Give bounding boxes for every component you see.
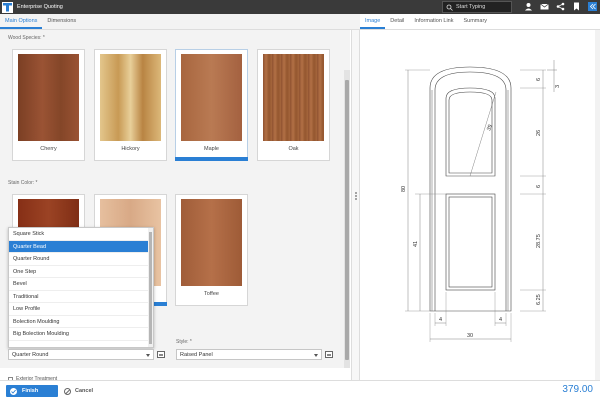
wood-card-oak[interactable]: Oak (257, 49, 330, 161)
image-icon[interactable] (325, 351, 333, 358)
tab-image[interactable]: Image (360, 14, 386, 29)
wood-card-maple[interactable]: Maple (175, 49, 248, 161)
dim-overall-width: 30 (467, 333, 473, 339)
wood-species-label: Wood Species: * (8, 35, 45, 41)
drag-handle-icon[interactable] (355, 192, 357, 201)
right-tab-bar: Image Detail Information Link Summary (360, 14, 600, 30)
scrollbar-thumb[interactable] (345, 80, 349, 360)
dim-upper-radius: 39 (486, 124, 494, 132)
check-icon (10, 387, 17, 395)
chevron-down-icon (314, 354, 318, 357)
dim-upper-panel: 26 (536, 130, 542, 136)
style-select-value: Raised Panel (180, 352, 213, 358)
tab-dimensions[interactable]: Dimensions (42, 14, 81, 29)
cancel-label: Cancel (75, 388, 94, 394)
dim-top-offset: 6 (536, 78, 542, 81)
collapse-icon[interactable] (588, 2, 597, 11)
wood-swatch (181, 54, 242, 141)
style-label: Style: * (176, 339, 192, 345)
user-icon[interactable] (524, 2, 533, 11)
search-box[interactable]: Start Typing (442, 1, 512, 13)
scrollbar-thumb[interactable] (149, 232, 152, 344)
wood-card-label: Cherry (40, 146, 57, 152)
dropdown-scrollbar[interactable] (148, 228, 153, 347)
total-price: 379.00 (562, 384, 593, 395)
wood-card-label: Hickory (121, 146, 140, 152)
wood-card-label: Oak (288, 146, 299, 152)
mail-icon[interactable] (540, 2, 549, 11)
bookmark-icon[interactable] (572, 2, 581, 11)
cancel-icon (64, 387, 71, 395)
left-scrollbar[interactable] (344, 70, 350, 368)
dim-stile-left: 4 (439, 317, 442, 323)
dropdown-option[interactable]: Big Bolection Moulding (9, 328, 153, 341)
dropdown-option[interactable]: Low Profile (9, 303, 153, 316)
dim-top-small: 3 (555, 85, 561, 88)
dropdown-option[interactable]: Bolection Moulding (9, 316, 153, 328)
search-placeholder: Start Typing (456, 4, 486, 10)
right-scrollbar[interactable] (595, 30, 600, 380)
wood-card-hickory[interactable]: Hickory (94, 49, 167, 161)
bottom-bar: Finish Cancel 379.00 (0, 380, 600, 400)
left-tab-bar: Main Options Dimensions (0, 14, 360, 30)
app-title: Enterprise Quoting (17, 4, 63, 10)
top-bar: Enterprise Quoting Start Typing (0, 0, 600, 14)
door-drawing: 6 3 39 26 6 80 41 28.75 6.25 4 4 30 (401, 60, 561, 342)
profile-select-value: Quarter Round (12, 352, 49, 358)
selected-indicator (175, 157, 248, 161)
stain-card-toffee[interactable]: Toffee (175, 194, 248, 306)
wood-card-label: Maple (204, 146, 219, 152)
dropdown-option[interactable]: Traditional (9, 291, 153, 303)
dim-lower-height: 41 (413, 241, 419, 247)
cancel-button[interactable]: Cancel (64, 385, 93, 397)
stain-color-label: Stain Color: * (8, 180, 38, 186)
stain-card-label: Toffee (204, 291, 219, 297)
dropdown-option[interactable]: Bevel (9, 278, 153, 291)
wood-swatch (18, 54, 79, 141)
dim-stile-right: 4 (499, 317, 502, 323)
finish-label: Finish (22, 388, 39, 394)
dropdown-option[interactable]: Quarter Round (9, 253, 153, 266)
dropdown-option[interactable]: Square Stick (9, 228, 153, 241)
share-icon[interactable] (556, 2, 565, 11)
profile-dropdown-list: Square Stick Quarter Bead Quarter Round … (8, 227, 154, 348)
chevron-down-icon (146, 354, 150, 357)
dim-bottom-rail: 6.25 (536, 294, 542, 305)
wood-swatch (263, 54, 324, 141)
wood-card-cherry[interactable]: Cherry (12, 49, 85, 161)
dim-rail: 6 (536, 185, 542, 188)
tab-main-options[interactable]: Main Options (0, 14, 43, 29)
image-panel: 6 3 39 26 6 80 41 28.75 6.25 4 4 30 (360, 30, 600, 380)
stain-swatch (181, 199, 242, 286)
dim-lower-panel: 28.75 (536, 234, 542, 248)
search-icon (446, 4, 453, 11)
finish-button[interactable]: Finish (6, 385, 58, 397)
dropdown-option[interactable]: Quarter Bead (9, 240, 153, 253)
panel-splitter[interactable] (351, 30, 360, 382)
dropdown-option[interactable]: One Step (9, 266, 153, 278)
image-icon[interactable] (157, 351, 165, 358)
profile-select[interactable]: Quarter Round (8, 349, 154, 360)
wood-swatch (100, 54, 161, 141)
dim-overall-height: 80 (401, 186, 407, 192)
style-select[interactable]: Raised Panel (176, 349, 322, 360)
tab-summary[interactable]: Summary (459, 14, 493, 29)
tab-detail[interactable]: Detail (385, 14, 409, 29)
app-logo-icon (2, 1, 13, 13)
tab-information-link[interactable]: Information Link (409, 14, 458, 29)
